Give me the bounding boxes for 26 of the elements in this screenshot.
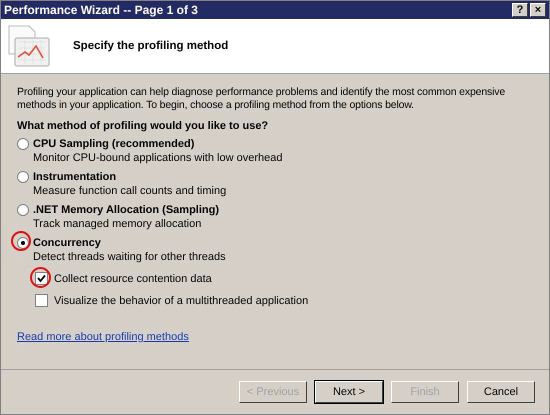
profiling-methods-link[interactable]: Read more about profiling methods xyxy=(17,331,189,343)
radio-button[interactable] xyxy=(17,237,29,249)
method-label[interactable]: .NET Memory Allocation (Sampling) xyxy=(33,204,219,216)
wizard-button[interactable]: Cancel xyxy=(467,381,535,403)
chart-document-icon xyxy=(7,24,51,68)
checkbox[interactable] xyxy=(35,294,48,307)
page-heading: Specify the profiling method xyxy=(73,40,228,52)
method-description: Track managed memory allocation xyxy=(32,218,202,230)
window-title: Performance Wizard -- Page 1 of 3 xyxy=(4,3,198,17)
checkbox[interactable] xyxy=(35,272,48,285)
title-bar-button[interactable]: ? xyxy=(512,3,528,17)
radio-button[interactable] xyxy=(17,204,29,216)
method-label[interactable]: Concurrency xyxy=(33,237,101,249)
question-text: What method of profiling would you like to use? xyxy=(17,120,270,132)
wizard-button[interactable]: Next > xyxy=(315,381,383,403)
title-bar-button[interactable]: × xyxy=(530,3,546,17)
method-description: Monitor CPU-bound applications with low overhead xyxy=(32,152,284,164)
checkbox-label[interactable]: Visualize the behavior of a multithreaded application xyxy=(54,294,308,306)
method-label[interactable]: Instrumentation xyxy=(33,171,116,183)
method-description: Detect threads waiting for other threads xyxy=(32,251,227,263)
radio-button[interactable] xyxy=(17,138,29,150)
radio-button[interactable] xyxy=(17,171,29,183)
checkbox-label[interactable]: Collect resource contention data xyxy=(54,272,212,284)
intro-text: Profiling your application can help diagnose performance problems and identify the most common expensive methods in your application. To begin, choose a profiling method from the options below. xyxy=(17,86,506,112)
method-description: Measure function call counts and timing xyxy=(32,185,228,197)
method-label[interactable]: CPU Sampling (recommended) xyxy=(33,138,194,150)
